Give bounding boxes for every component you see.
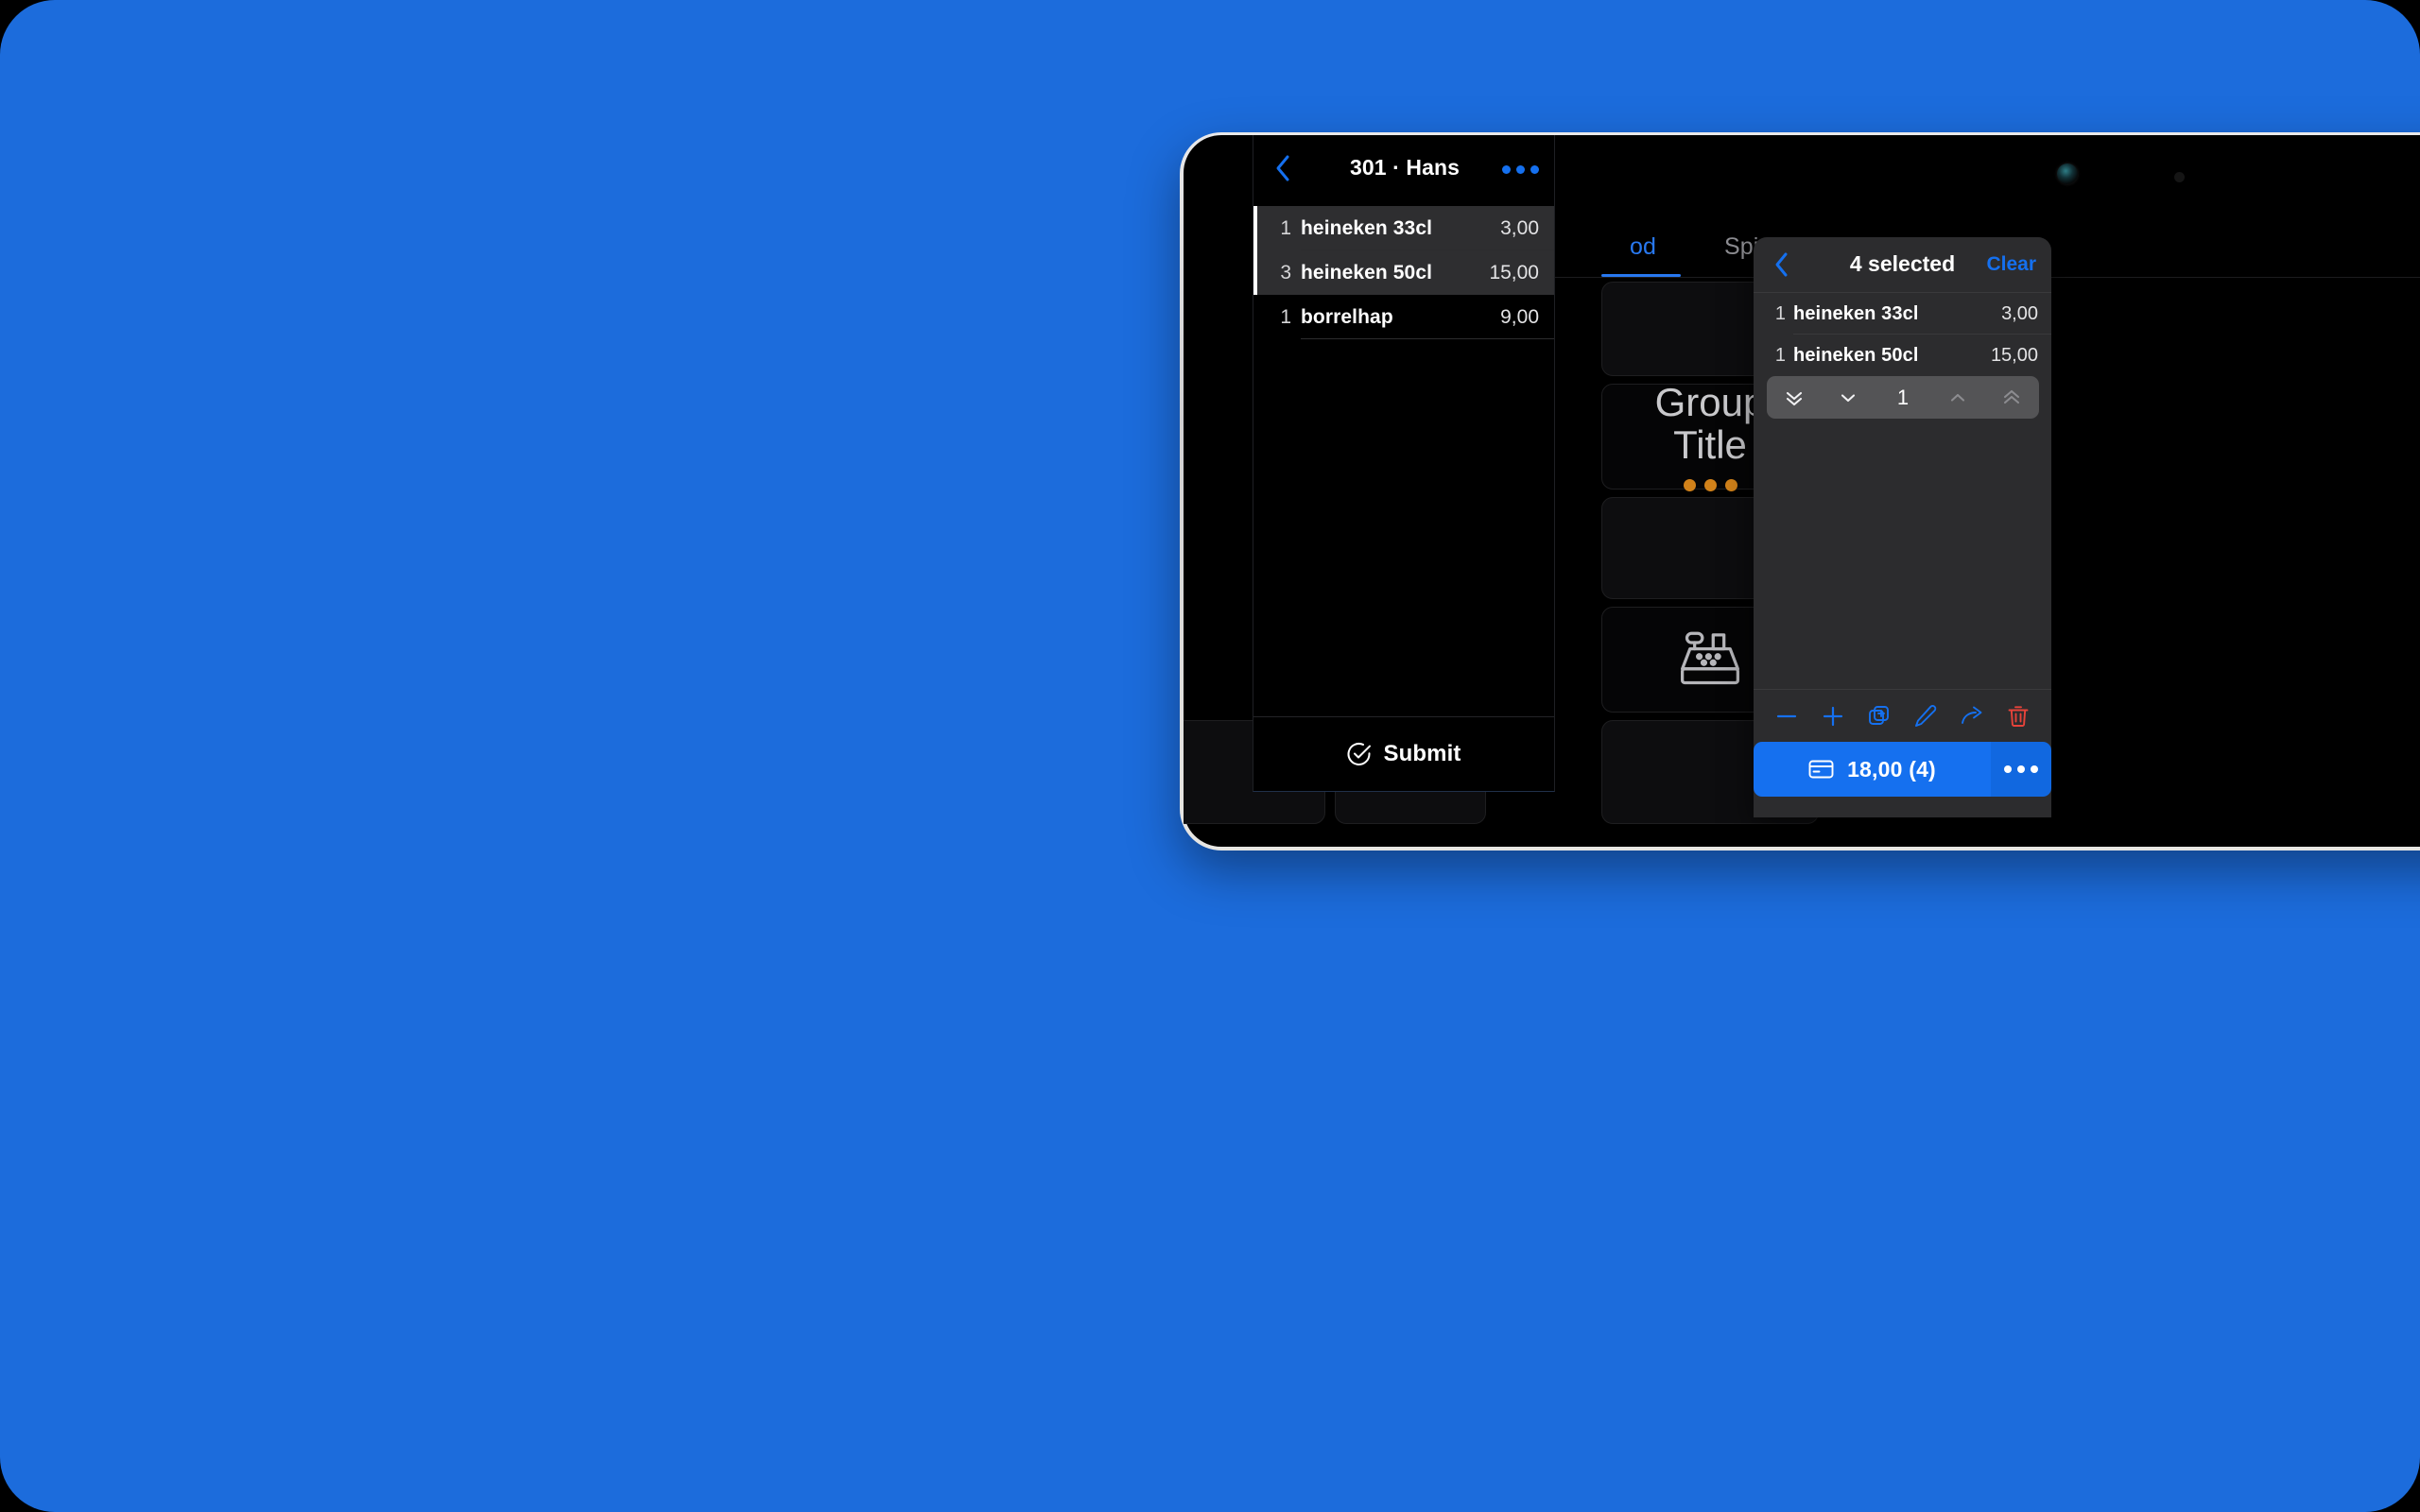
pencil-icon [1913, 704, 1938, 729]
popover-header: 4 selected Clear [1754, 237, 2051, 293]
selected-line-item[interactable]: 1 heineken 50cl 15,00 [1754, 335, 2051, 376]
selected-line-name: heineken 33cl [1793, 302, 1919, 324]
duplicate-button[interactable] [1861, 698, 1897, 734]
selected-line-name: heineken 50cl [1793, 344, 1919, 366]
order-line-qty: 1 [1280, 216, 1291, 239]
order-line-item[interactable]: 3 heineken 50cl 15,00 [1253, 250, 1554, 295]
tile-badge-dots [1683, 479, 1737, 492]
pay-amount-label: 18,00 (4) [1847, 756, 1936, 782]
order-line-name: heineken 50cl [1301, 261, 1433, 284]
submit-button[interactable]: Submit [1253, 716, 1554, 791]
chevrons-down-icon [1784, 387, 1805, 408]
order-panel: 301 · Hans 1 heineken 33cl 3,00 3 heinek… [1253, 135, 1555, 792]
order-line-name: borrelhap [1301, 305, 1393, 328]
check-circle-icon [1347, 742, 1372, 766]
stepper-value: 1 [1896, 385, 1910, 409]
tab-food[interactable]: od [1630, 233, 1656, 261]
order-line-qty: 3 [1280, 261, 1291, 284]
selection-popover: 4 selected Clear 1 heineken 33cl 3,00 1 … [1754, 237, 2051, 817]
popover-action-bar: 18,00 (4) [1754, 742, 2051, 797]
order-line-price: 3,00 [1500, 216, 1539, 239]
stepper-first-button[interactable] [1767, 376, 1822, 419]
delete-button[interactable] [2000, 698, 2036, 734]
order-line-price: 9,00 [1500, 305, 1539, 328]
share-arrow-icon [1960, 704, 1984, 729]
selected-line-price: 15,00 [1990, 344, 2038, 366]
chevron-up-icon [1948, 388, 1967, 407]
order-header: 301 · Hans [1253, 135, 1554, 206]
tab-active-underline [1601, 274, 1681, 277]
order-line-name: heineken 33cl [1301, 216, 1433, 239]
order-line-qty: 1 [1280, 305, 1291, 328]
selected-line-price: 3,00 [2001, 302, 2038, 324]
minus-icon [1774, 704, 1799, 729]
order-line-price: 15,00 [1489, 261, 1539, 284]
duplicate-add-icon [1867, 704, 1892, 729]
stepper-last-button[interactable] [1984, 376, 2039, 419]
chevrons-up-icon [2001, 387, 2022, 408]
edit-button[interactable] [1908, 698, 1944, 734]
quantity-stepper[interactable]: 1 [1767, 376, 2039, 419]
tile-title: Group Title [1654, 379, 1766, 467]
pos-app: od Spirits Group Title [1184, 135, 2420, 847]
plus-icon [1821, 704, 1845, 729]
submit-label: Submit [1383, 741, 1461, 766]
pay-button[interactable]: 18,00 (4) [1754, 742, 1991, 797]
clear-button[interactable]: Clear [1986, 253, 2036, 276]
stepper-decrement-button[interactable] [1822, 376, 1876, 419]
increase-quantity-button[interactable] [1815, 698, 1851, 734]
selected-line-item[interactable]: 1 heineken 33cl 3,00 [1754, 293, 2051, 335]
order-line-item[interactable]: 1 borrelhap 9,00 [1253, 295, 1554, 339]
trash-icon [2006, 704, 2031, 729]
order-line-item[interactable]: 1 heineken 33cl 3,00 [1253, 206, 1554, 250]
card-icon [1808, 759, 1834, 780]
selected-line-qty: 1 [1774, 302, 1786, 324]
selected-line-qty: 1 [1774, 344, 1786, 366]
move-button[interactable] [1954, 698, 1990, 734]
chevron-down-icon [1839, 388, 1858, 407]
order-more-button[interactable] [1502, 165, 1539, 174]
decrease-quantity-button[interactable] [1769, 698, 1805, 734]
popover-toolbar [1754, 689, 2051, 742]
stepper-increment-button[interactable] [1930, 376, 1985, 419]
divider [1301, 338, 1554, 339]
cash-register-icon [1675, 630, 1745, 689]
pay-more-button[interactable] [1991, 742, 2051, 797]
